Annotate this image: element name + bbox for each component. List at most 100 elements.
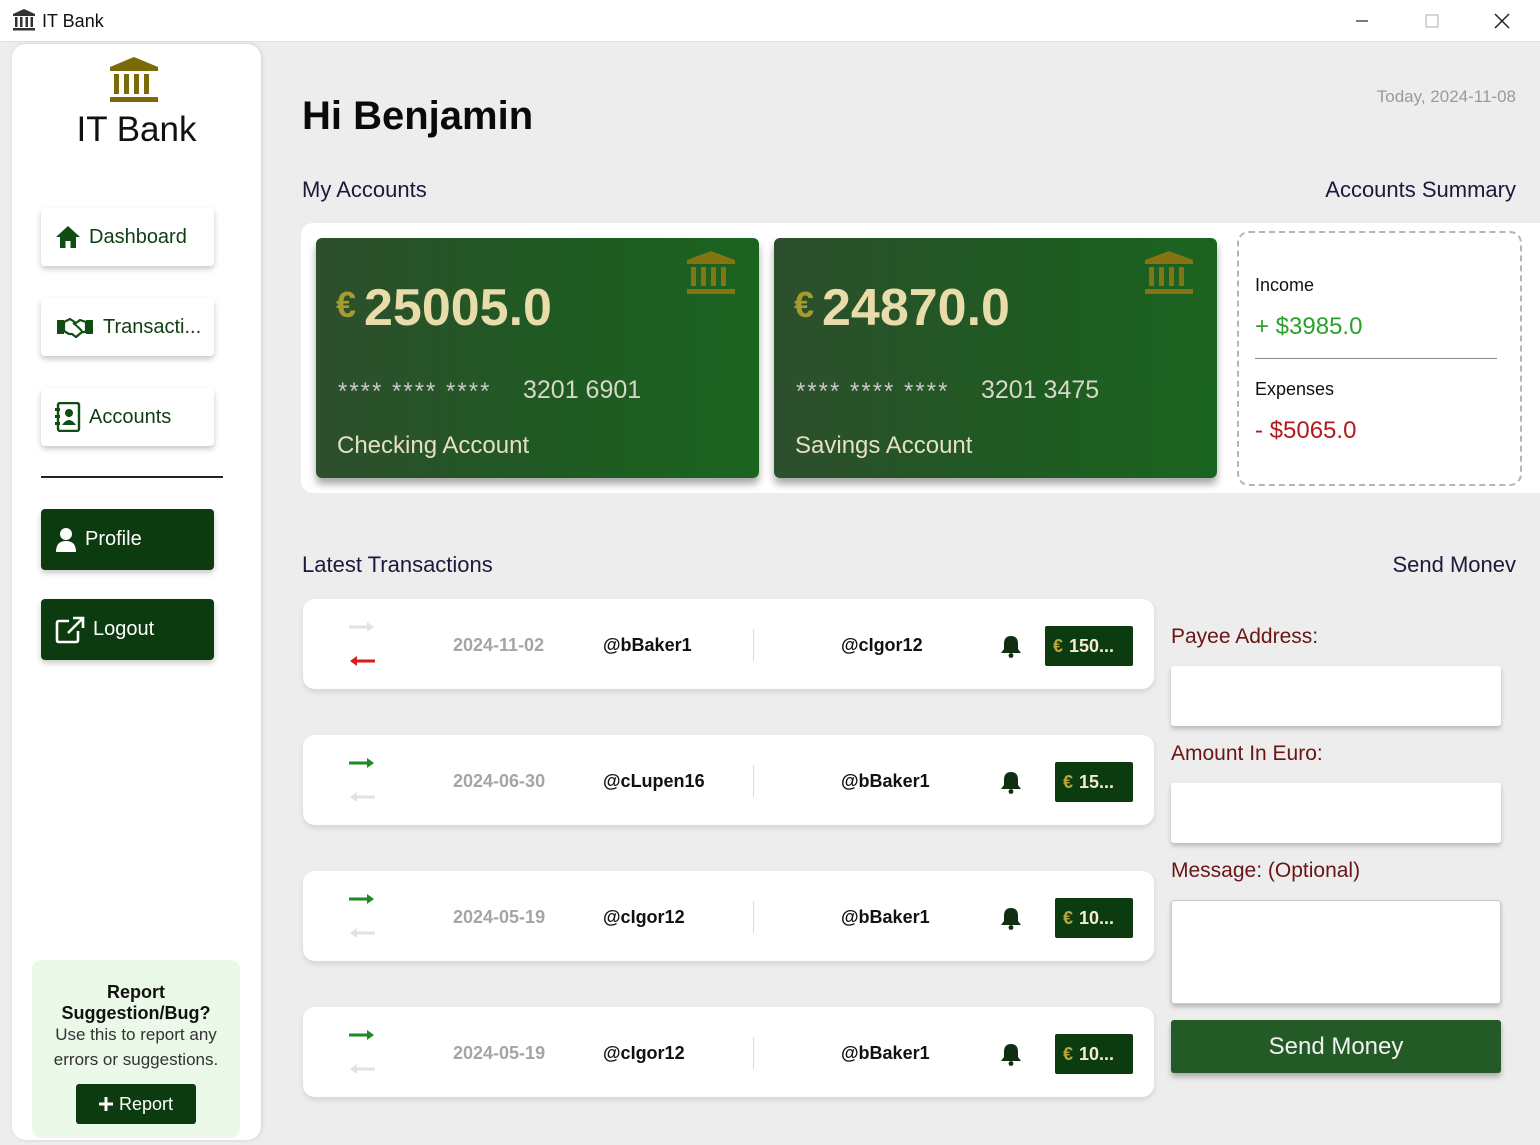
greeting: Hi Benjamin bbox=[302, 94, 534, 138]
bank-icon bbox=[1145, 251, 1193, 294]
account-card-checking[interactable]: € 25005.0 **** **** **** 3201 6901 Check… bbox=[316, 238, 759, 478]
transaction-row[interactable]: 2024-11-02 @bBaker1 @cIgor12 €150... bbox=[303, 599, 1154, 689]
transaction-amount-badge: €10... bbox=[1055, 1034, 1133, 1074]
currency-symbol: € bbox=[1063, 1043, 1074, 1064]
currency-symbol: € bbox=[1063, 907, 1074, 928]
incoming-arrow-icon bbox=[349, 758, 375, 802]
incoming-arrow-icon bbox=[349, 1030, 375, 1074]
transaction-row[interactable]: 2024-05-19 @cIgor12 @bBaker1 €10... bbox=[303, 1007, 1154, 1097]
today-date: Today, 2024-11-08 bbox=[1376, 87, 1516, 106]
logo-text: IT Bank bbox=[76, 110, 197, 149]
send-money-button[interactable]: Send Money bbox=[1171, 1020, 1501, 1073]
nav-dashboard-label: Dashboard bbox=[89, 225, 187, 248]
contact-book-icon bbox=[55, 402, 81, 432]
card-number-masked: **** **** **** bbox=[338, 378, 492, 405]
transaction-amount-badge: €10... bbox=[1055, 898, 1133, 938]
logout-label: Logout bbox=[93, 618, 155, 640]
row-separator bbox=[753, 901, 754, 933]
report-button[interactable]: Report bbox=[76, 1084, 196, 1124]
sidebar-divider bbox=[41, 476, 223, 478]
transaction-date: 2024-05-19 bbox=[453, 907, 546, 927]
transaction-from: @cIgor12 bbox=[603, 1043, 685, 1063]
payee-address-input[interactable] bbox=[1171, 666, 1501, 726]
transaction-to: @bBaker1 bbox=[841, 907, 930, 927]
row-separator bbox=[753, 629, 754, 661]
nav-accounts-button[interactable]: Accounts bbox=[41, 388, 214, 446]
bank-logo-icon bbox=[110, 57, 158, 102]
send-money-title: Send Monev bbox=[1392, 552, 1516, 577]
title-bar: IT Bank bbox=[0, 0, 1540, 42]
transaction-from: @cIgor12 bbox=[603, 907, 685, 927]
report-button-label: Report bbox=[118, 1093, 174, 1114]
card-number: 3201 3475 bbox=[981, 376, 1100, 404]
card-number-masked: **** **** **** bbox=[796, 378, 950, 405]
bell-icon[interactable] bbox=[1000, 770, 1022, 794]
accounts-summary-title: Accounts Summary bbox=[1325, 177, 1516, 202]
summary-divider bbox=[1255, 358, 1497, 359]
transaction-row[interactable]: 2024-05-19 @cIgor12 @bBaker1 €10... bbox=[303, 871, 1154, 961]
nav-transactions-button[interactable]: Transacti... bbox=[41, 298, 214, 356]
transaction-amount: 15... bbox=[1079, 771, 1115, 792]
currency-symbol: € bbox=[1053, 635, 1064, 656]
profile-button[interactable]: Profile bbox=[41, 509, 214, 570]
bell-icon[interactable] bbox=[1000, 634, 1022, 658]
minimize-button[interactable] bbox=[1327, 0, 1397, 42]
accounts-summary-panel: Income + $3985.0 Expenses - $5065.0 bbox=[1237, 231, 1522, 486]
transaction-amount: 10... bbox=[1079, 1043, 1115, 1064]
message-label: Message: (Optional) bbox=[1171, 859, 1361, 882]
bank-icon bbox=[13, 9, 35, 31]
currency-symbol: € bbox=[794, 284, 815, 325]
bank-icon bbox=[687, 251, 735, 294]
transaction-date: 2024-11-02 bbox=[453, 635, 545, 655]
report-panel: Report Suggestion/Bug? Use this to repor… bbox=[32, 960, 240, 1138]
user-icon bbox=[56, 527, 76, 552]
nav-transactions-label: Transacti... bbox=[103, 315, 202, 338]
expenses-value: - $5065.0 bbox=[1255, 417, 1357, 444]
row-separator bbox=[753, 1037, 754, 1069]
logout-button[interactable]: Logout bbox=[41, 599, 214, 660]
incoming-arrow-icon bbox=[349, 894, 375, 938]
plus-icon bbox=[98, 1097, 113, 1111]
transaction-from: @cLupen16 bbox=[603, 771, 705, 791]
maximize-button[interactable] bbox=[1397, 0, 1467, 42]
account-balance: 24870.0 bbox=[822, 279, 1010, 337]
account-type: Savings Account bbox=[795, 432, 973, 459]
profile-label: Profile bbox=[85, 528, 142, 550]
transaction-date: 2024-06-30 bbox=[453, 771, 546, 791]
account-card-savings[interactable]: € 24870.0 **** **** **** 3201 3475 Savin… bbox=[774, 238, 1217, 478]
account-balance: 25005.0 bbox=[364, 279, 552, 337]
external-link-icon bbox=[55, 616, 85, 643]
currency-symbol: € bbox=[336, 284, 357, 325]
expenses-label: Expenses bbox=[1255, 379, 1335, 399]
handshake-icon bbox=[57, 317, 93, 339]
bell-icon[interactable] bbox=[1000, 1042, 1022, 1066]
nav-accounts-label: Accounts bbox=[89, 405, 172, 428]
sidebar: IT Bank Dashboard Transacti... Accounts bbox=[12, 44, 261, 1140]
report-description: Use this to report any errors or suggest… bbox=[53, 1025, 219, 1069]
minimize-icon bbox=[1356, 20, 1368, 22]
transaction-row[interactable]: 2024-06-30 @cLupen16 @bBaker1 €15... bbox=[303, 735, 1154, 825]
transaction-to: @bBaker1 bbox=[841, 1043, 930, 1063]
transaction-amount: 150... bbox=[1069, 635, 1115, 656]
message-input[interactable] bbox=[1171, 900, 1501, 1004]
close-button[interactable] bbox=[1467, 0, 1537, 42]
transaction-amount: 10... bbox=[1079, 907, 1115, 928]
amount-input[interactable] bbox=[1171, 783, 1501, 843]
bell-icon[interactable] bbox=[1000, 906, 1022, 930]
nav-dashboard-button[interactable]: Dashboard bbox=[41, 208, 214, 266]
window-title: IT Bank bbox=[42, 11, 104, 31]
card-number: 3201 6901 bbox=[523, 376, 642, 404]
latest-transactions-title: Latest Transactions bbox=[302, 552, 493, 577]
currency-symbol: € bbox=[1063, 771, 1074, 792]
payee-address-label: Payee Address: bbox=[1171, 625, 1319, 648]
row-separator bbox=[753, 765, 754, 797]
report-title: Report Suggestion/Bug? bbox=[61, 982, 211, 1023]
transaction-amount-badge: €15... bbox=[1055, 762, 1133, 802]
maximize-icon bbox=[1425, 14, 1439, 28]
transaction-date: 2024-05-19 bbox=[453, 1043, 546, 1063]
transaction-amount-badge: €150... bbox=[1045, 626, 1133, 666]
home-icon bbox=[56, 226, 80, 248]
income-label: Income bbox=[1255, 275, 1315, 295]
close-icon bbox=[1494, 13, 1510, 29]
transaction-to: @cIgor12 bbox=[841, 635, 923, 655]
